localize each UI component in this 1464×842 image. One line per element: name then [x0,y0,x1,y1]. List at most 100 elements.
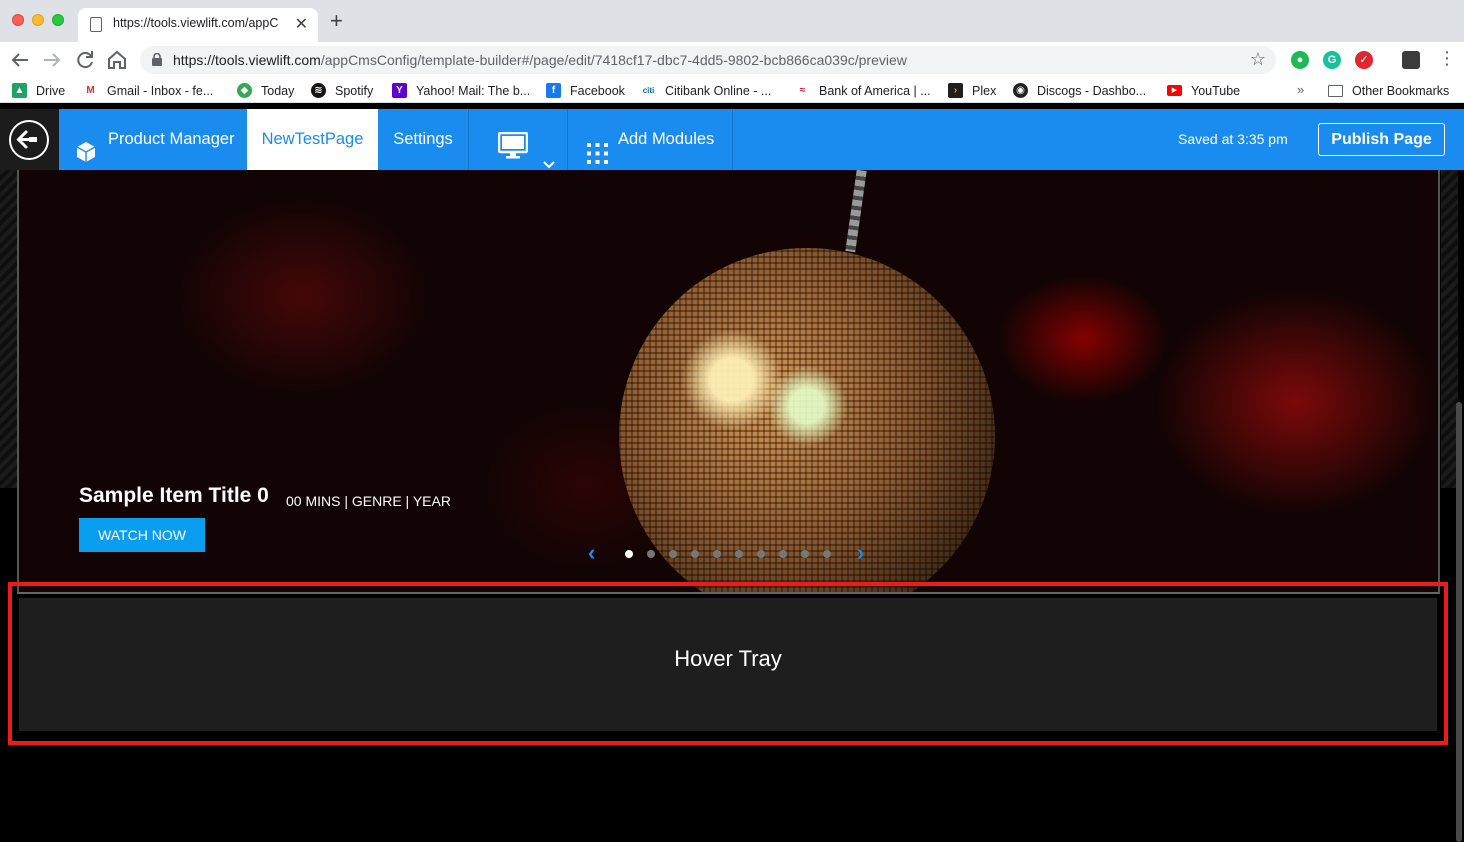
yahoo-icon: Y [392,83,407,98]
hero-meta: 00 MINS | GENRE | YEAR [286,493,451,509]
tab-close-icon[interactable]: ✕ [295,14,308,34]
bookmarks-bar: ▲ Drive M Gmail - Inbox - fe... ◆ Today ≋ Sp… [0,78,1464,103]
bookmark-spotify[interactable]: ≋ Spotify [311,82,373,99]
bookmark-gmail[interactable]: M Gmail - Inbox - fe... [83,82,213,99]
page-scrollbar[interactable] [1456,402,1462,842]
carousel-dot[interactable] [757,550,765,558]
forward-arrow-icon[interactable] [40,48,64,72]
bookmark-label: Citibank Online - ... [665,83,772,98]
bofa-icon: ≈ [795,83,810,98]
bookmark-drive[interactable]: ▲ Drive [12,82,65,99]
home-icon[interactable] [105,48,129,72]
bookmark-label: Discogs - Dashbo... [1037,83,1147,98]
today-icon: ◆ [237,83,252,98]
lock-icon [152,52,162,66]
window-close-button[interactable] [12,14,24,26]
disco-ball-chain [845,170,867,253]
page-icon [90,17,102,32]
bookmark-plex[interactable]: › Plex [948,82,996,99]
extension-green-icon[interactable]: ● [1291,51,1309,69]
extension-red-icon[interactable]: ✓ [1355,51,1373,69]
bookmark-citibank[interactable]: citi Citibank Online - ... [641,82,771,99]
bookmark-today[interactable]: ◆ Today [237,82,294,99]
bookmark-label: Today [261,83,295,98]
carousel-dot[interactable] [779,550,787,558]
browser-tab[interactable]: https://tools.viewlift.com/appC ✕ [78,8,318,42]
hero-title: Sample Item Title 0 [79,484,269,507]
carousel-dot[interactable] [691,550,699,558]
tab-newtestpage[interactable]: NewTestPage [247,109,378,170]
publish-page-button[interactable]: Publish Page [1318,123,1445,156]
carousel-dot[interactable] [625,550,633,558]
device-preview-dropdown[interactable] [469,109,567,170]
new-tab-button[interactable]: + [330,10,343,32]
reload-icon[interactable] [73,48,97,72]
browser-menu-icon[interactable]: ⋮ [1438,48,1456,69]
bookmark-label: Spotify [335,83,374,98]
window-minimize-button[interactable] [32,14,44,26]
carousel-dot[interactable] [669,550,677,558]
brand-label: Product Manager [108,130,235,148]
left-edge-strip [0,170,17,488]
bookmark-bofa[interactable]: ≈ Bank of America | ... [795,82,931,99]
bookmark-discogs[interactable]: ◉ Discogs - Dashbo... [1013,82,1146,99]
carousel-dot[interactable] [647,550,655,558]
plex-icon: › [948,83,963,98]
drive-icon: ▲ [12,83,27,98]
bookmark-label: Yahoo! Mail: The b... [416,83,531,98]
bookmark-label: Facebook [570,83,625,98]
grammarly-icon[interactable]: G [1323,51,1341,69]
carousel-dot[interactable] [735,550,743,558]
disco-ball-image [619,248,995,592]
carousel-dot[interactable] [801,550,809,558]
carousel-dot[interactable] [713,550,721,558]
tab-settings[interactable]: Settings [378,109,468,170]
watch-now-button[interactable]: WATCH NOW [79,518,205,552]
save-status: Saved at 3:35 pm [1178,131,1288,147]
bookmarks-overflow-icon[interactable]: » [1297,82,1304,97]
carousel-prev-icon[interactable]: ‹ [588,540,595,566]
page-preview: Sample Item Title 0 00 MINS | GENRE | YE… [0,170,1464,842]
hero-carousel[interactable]: Sample Item Title 0 00 MINS | GENRE | YE… [17,170,1440,594]
bookmark-label: Gmail - Inbox - fe... [107,83,214,98]
folder-icon [1328,84,1343,97]
bookmark-youtube[interactable]: ▶ YouTube [1167,82,1240,99]
browser-toolbar: https://tools.viewlift.com/appCmsConfig/… [0,42,1464,78]
url-host: https://tools.viewlift.com [173,52,321,68]
facebook-icon: f [546,83,561,98]
carousel-dot[interactable] [823,550,831,558]
bookmark-label: Drive [36,83,66,98]
carousel-next-icon[interactable]: › [857,540,864,566]
gmail-icon: M [83,83,98,98]
other-bookmarks[interactable]: Other Bookmarks [1328,82,1449,99]
back-arrow-icon [9,120,49,160]
spotify-icon: ≋ [311,83,326,98]
bookmark-label: Bank of America | ... [819,83,931,98]
other-bookmarks-label: Other Bookmarks [1352,83,1450,98]
app-header: Product Manager NewTestPage Settings Add… [0,109,1464,170]
url-text: https://tools.viewlift.com/appCmsConfig/… [173,52,907,68]
carousel-dots [625,550,831,558]
browser-tabstrip: https://tools.viewlift.com/appC ✕ + [0,0,1464,42]
hover-tray-module[interactable]: Hover Tray [19,598,1437,731]
bookmark-yahoo[interactable]: Y Yahoo! Mail: The b... [392,82,530,99]
address-bar[interactable]: https://tools.viewlift.com/appCmsConfig/… [140,46,1276,74]
bookmark-star-icon[interactable]: ☆ [1250,49,1266,70]
tab-title: https://tools.viewlift.com/appC [113,16,279,30]
back-arrow-icon[interactable] [8,48,32,72]
youtube-icon: ▶ [1167,85,1182,96]
bookmark-label: YouTube [1191,83,1241,98]
profile-avatar[interactable] [1402,51,1420,69]
hover-tray-label: Hover Tray [674,646,782,671]
bookmark-facebook[interactable]: f Facebook [546,82,625,99]
discogs-icon: ◉ [1013,83,1028,98]
product-manager-menu[interactable]: Product Manager [59,109,247,170]
bookmark-label: Plex [972,83,997,98]
window-zoom-button[interactable] [52,14,64,26]
add-modules-label: Add Modules [618,130,715,148]
divider [732,109,733,170]
back-button[interactable] [0,109,59,170]
citi-icon: citi [641,83,656,98]
url-path: /appCmsConfig/template-builder#/page/edi… [320,52,907,68]
add-modules-button[interactable]: Add Modules [568,109,732,170]
